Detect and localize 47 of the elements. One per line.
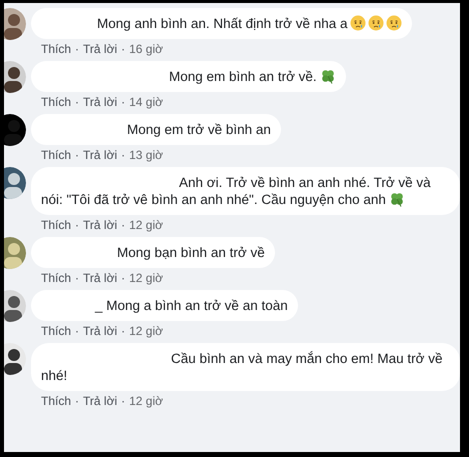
timestamp-link[interactable]: 12 giờ xyxy=(129,324,163,339)
separator-dot: · xyxy=(121,95,126,110)
reply-link[interactable]: Trả lời xyxy=(83,95,118,110)
comment-text: Anh ơi. Trở về bình an anh nhé. Trở về và nói: "Tôi đã trở vê bình an anh nhé". Cầu nguyện cho anh xyxy=(41,174,432,208)
comment-text: _ Mong a bình an trở về an toàn xyxy=(94,297,288,314)
comment-text: Mong anh bình an. Nhất định trở về nha a xyxy=(41,15,402,32)
clover-icon xyxy=(320,68,336,84)
comment-text: Mong em trở về bình an xyxy=(126,121,271,138)
separator-dot: · xyxy=(121,324,126,339)
like-link[interactable]: Thích xyxy=(41,42,72,57)
separator-dot: · xyxy=(121,218,126,233)
separator-dot: · xyxy=(75,218,80,233)
timestamp-link[interactable]: 16 giờ xyxy=(129,42,163,57)
crying-face-icon xyxy=(368,15,384,31)
like-link[interactable]: Thích xyxy=(41,271,72,286)
like-link[interactable]: Thích xyxy=(41,148,72,163)
like-link[interactable]: Thích xyxy=(41,218,72,233)
separator-dot: · xyxy=(121,394,126,409)
timestamp-link[interactable]: 13 giờ xyxy=(129,148,163,163)
like-link[interactable]: Thích xyxy=(41,394,72,409)
separator-dot: · xyxy=(75,271,80,286)
separator-dot: · xyxy=(75,394,80,409)
comment-text: Cầu bình an và may mắn cho em! Mau trở về nhé! xyxy=(41,350,444,384)
comment-text: Mong bạn bình an trở về xyxy=(116,244,265,261)
separator-dot: · xyxy=(121,271,126,286)
separator-dot: · xyxy=(75,95,80,110)
timestamp-link[interactable]: 12 giờ xyxy=(129,218,163,233)
like-link[interactable]: Thích xyxy=(41,95,72,110)
reply-link[interactable]: Trả lời xyxy=(83,218,118,233)
reply-link[interactable]: Trả lời xyxy=(83,271,118,286)
comment-text: Mong em bình an trở về. xyxy=(41,68,336,85)
reply-link[interactable]: Trả lời xyxy=(83,148,118,163)
separator-dot: · xyxy=(75,148,80,163)
separator-dot: · xyxy=(75,42,80,57)
separator-dot: · xyxy=(75,324,80,339)
separator-dot: · xyxy=(121,148,126,163)
like-link[interactable]: Thích xyxy=(41,324,72,339)
separator-dot: · xyxy=(121,42,126,57)
reply-link[interactable]: Trả lời xyxy=(83,324,118,339)
timestamp-link[interactable]: 12 giờ xyxy=(129,394,163,409)
crying-face-icon xyxy=(350,15,366,31)
timestamp-link[interactable]: 12 giờ xyxy=(129,271,163,286)
clover-icon xyxy=(388,191,405,207)
timestamp-link[interactable]: 14 giờ xyxy=(129,95,163,110)
reply-link[interactable]: Trả lời xyxy=(83,394,118,409)
reply-link[interactable]: Trả lời xyxy=(83,42,118,57)
crying-face-icon xyxy=(386,15,402,31)
